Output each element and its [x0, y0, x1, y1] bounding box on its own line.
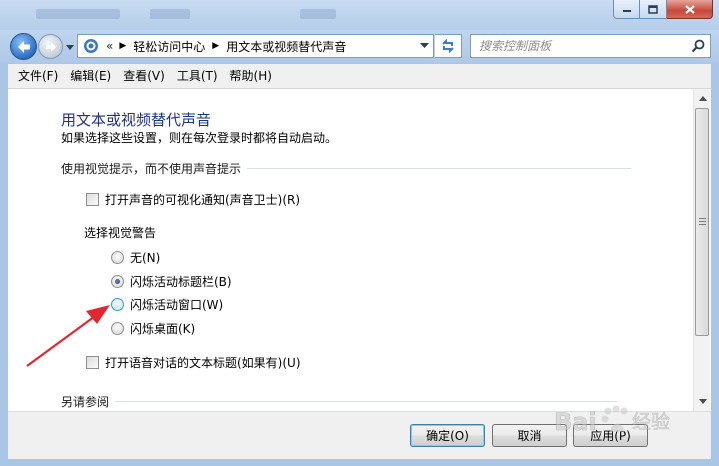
- breadcrumb-overflow[interactable]: «: [106, 39, 113, 53]
- close-button[interactable]: [667, 0, 713, 19]
- menu-view[interactable]: 查看(V): [117, 65, 171, 87]
- forward-arrow-icon: [45, 41, 56, 52]
- scroll-up-icon: [698, 96, 707, 101]
- section-header-visual-cues: 使用视觉提示，而不使用声音提示: [61, 160, 632, 177]
- refresh-icon: [442, 38, 454, 54]
- ok-button[interactable]: 确定(O): [410, 424, 485, 447]
- navigation-bar: « ▶ 轻松访问中心 ▶ 用文本或视频替代声音: [0, 30, 719, 63]
- content-panel: 用文本或视频替代声音 如果选择这些设置，则在每次登录时都将自动启动。 使用视觉提…: [8, 89, 711, 411]
- captions-checkbox-row[interactable]: 打开语音对话的文本标题(如果有)(U): [86, 354, 301, 371]
- title-bar: [0, 0, 719, 30]
- menu-help[interactable]: 帮助(H): [224, 65, 278, 87]
- visual-warning-label: 选择视觉警告: [84, 226, 157, 240]
- section-divider: [247, 168, 632, 169]
- control-panel-icon: [84, 39, 98, 53]
- sound-sentry-checkbox[interactable]: [86, 193, 99, 206]
- svg-text:Bai: Bai: [554, 408, 597, 436]
- breadcrumb-chevron-icon[interactable]: ▶: [119, 41, 126, 51]
- scroll-down-icon: [698, 399, 707, 404]
- back-arrow-icon: [17, 40, 30, 53]
- sound-sentry-checkbox-row[interactable]: 打开声音的可视化通知(声音卫士)(R): [86, 191, 300, 208]
- captions-label[interactable]: 打开语音对话的文本标题(如果有)(U): [105, 354, 301, 371]
- radio-flash-title-bar-label[interactable]: 闪烁活动标题栏(B): [130, 273, 232, 290]
- recent-pages-dropdown-icon[interactable]: [65, 43, 75, 51]
- scroll-grip-line: [699, 218, 706, 219]
- minimize-button[interactable]: [613, 0, 640, 19]
- breadcrumb-current-page[interactable]: 用文本或视频替代声音: [226, 38, 346, 55]
- title-ghost-text: [150, 9, 190, 19]
- radio-flash-desktop-label[interactable]: 闪烁桌面(K): [130, 320, 195, 337]
- menu-bar: 文件(F) 编辑(E) 查看(V) 工具(T) 帮助(H): [8, 64, 711, 89]
- refresh-button[interactable]: [435, 34, 462, 58]
- svg-text:经验: 经验: [632, 411, 670, 433]
- sound-sentry-label[interactable]: 打开声音的可视化通知(声音卫士)(R): [105, 191, 300, 208]
- radio-flash-title-bar-row[interactable]: 闪烁活动标题栏(B): [111, 273, 232, 290]
- maximize-icon: [648, 4, 658, 14]
- scroll-thumb[interactable]: [695, 108, 709, 336]
- radio-none-label[interactable]: 无(N): [130, 249, 160, 266]
- address-dropdown-icon[interactable]: [420, 43, 429, 49]
- radio-flash-window[interactable]: [111, 298, 124, 311]
- menu-tools[interactable]: 工具(T): [171, 65, 224, 87]
- address-bar[interactable]: « ▶ 轻松访问中心 ▶ 用文本或视频替代声音: [77, 34, 434, 58]
- breadcrumb-chevron-icon[interactable]: ▶: [212, 41, 219, 51]
- title-ghost-text: [36, 9, 120, 19]
- forward-button[interactable]: [38, 34, 63, 59]
- breadcrumb-ease-of-access[interactable]: 轻松访问中心: [133, 38, 205, 55]
- menu-file[interactable]: 文件(F): [12, 65, 64, 87]
- scroll-grip-line: [699, 221, 706, 222]
- maximize-button[interactable]: [640, 0, 667, 19]
- section-label: 使用视觉提示，而不使用声音提示: [61, 162, 242, 176]
- title-ghost-text: [300, 9, 336, 19]
- radio-flash-window-label[interactable]: 闪烁活动窗口(W): [130, 296, 223, 313]
- radio-flash-window-row[interactable]: 闪烁活动窗口(W): [111, 296, 223, 313]
- search-box[interactable]: [470, 34, 711, 58]
- scroll-grip-line: [699, 224, 706, 225]
- radio-none[interactable]: [111, 251, 124, 264]
- close-icon: [684, 4, 695, 14]
- section-header-see-also: 另请参阅: [61, 393, 618, 410]
- page-title: 用文本或视频替代声音: [61, 111, 212, 129]
- scroll-down-button[interactable]: [694, 393, 711, 410]
- vertical-scrollbar[interactable]: [693, 89, 710, 411]
- back-button[interactable]: [10, 33, 37, 60]
- search-input[interactable]: [471, 35, 681, 57]
- menu-edit[interactable]: 编辑(E): [64, 65, 117, 87]
- scroll-up-button[interactable]: [694, 90, 711, 107]
- search-icon[interactable]: [691, 39, 705, 53]
- radio-flash-desktop[interactable]: [111, 322, 124, 335]
- radio-none-row[interactable]: 无(N): [111, 249, 160, 266]
- baidu-watermark-logo: Bai 经验: [554, 405, 670, 436]
- section-label: 另请参阅: [61, 395, 110, 409]
- section-divider: [115, 401, 618, 402]
- window-controls: [613, 0, 713, 19]
- radio-flash-title-bar[interactable]: [111, 275, 124, 288]
- captions-checkbox[interactable]: [86, 356, 99, 369]
- page-description: 如果选择这些设置，则在每次登录时都将自动启动。: [61, 131, 338, 145]
- radio-flash-desktop-row[interactable]: 闪烁桌面(K): [111, 320, 195, 337]
- minimize-icon: [622, 10, 631, 12]
